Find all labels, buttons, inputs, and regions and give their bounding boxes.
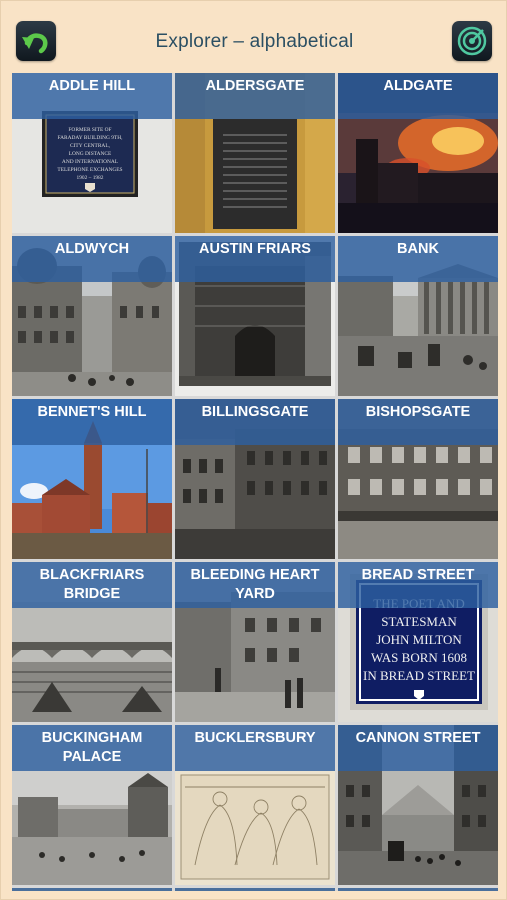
place-tile-bishopsgate[interactable]: BISHOPSGATE [338,399,498,559]
plaque-line: FORMER SITE OF [68,127,111,133]
header: Explorer – alphabetical [1,1,507,73]
place-tile-bread-street[interactable]: THE POET AND STATESMAN JOHN MILTON WAS B… [338,562,498,722]
tile-label: ALDGATE [338,73,498,119]
tile-label: ADDLE HILL [12,73,172,119]
place-tile-buckingham-palace[interactable]: BUCKINGHAM PALACE [12,725,172,885]
tile-label: BENNET'S HILL [12,399,172,445]
place-tile-bleeding-heart-yard[interactable]: BLEEDING HEART YARD [175,562,335,722]
tile-label: CANNON STREET [338,725,498,771]
plaque-line: TELEPHONE EXCHANGES [57,167,122,173]
place-tile-partial[interactable] [12,888,172,891]
plaque-line: FARADAY BUILDING 9TH, [58,135,124,141]
place-tile-partial[interactable] [338,888,498,891]
tile-label: BREAD STREET [338,562,498,608]
plaque-line: CITY CENTRAL, [70,143,111,149]
place-tile-aldgate[interactable]: ALDGATE [338,73,498,233]
place-tile-cannon-street[interactable]: CANNON STREET [338,725,498,885]
places-grid: FORMER SITE OF FARADAY BUILDING 9TH, CIT… [12,73,498,891]
plaque-line: JOHN MILTON [376,632,462,647]
plaque-line: IN BREAD STREET [363,668,475,683]
tile-label: BISHOPSGATE [338,399,498,445]
page-title: Explorer – alphabetical [155,31,354,52]
tile-label: BANK [338,236,498,282]
plaque-line: LONG DISTANCE [69,151,112,157]
tile-label: BLEEDING HEART YARD [175,562,335,608]
place-tile-billingsgate[interactable]: BILLINGSGATE [175,399,335,559]
place-tile-bank[interactable]: BANK [338,236,498,396]
plaque-line: AND INTERNATIONAL [62,159,118,165]
tile-label: BUCKINGHAM PALACE [12,725,172,771]
tile-label: ALDERSGATE [175,73,335,119]
tile-label: AUSTIN FRIARS [175,236,335,282]
plaque-line: STATESMAN [381,614,457,629]
radar-button[interactable] [452,21,492,61]
tile-label: BILLINGSGATE [175,399,335,445]
place-tile-aldersgate[interactable]: ALDERSGATE [175,73,335,233]
tile-label: BUCKLERSBURY [175,725,335,771]
place-tile-bennets-hill[interactable]: BENNET'S HILL [12,399,172,559]
place-tile-partial[interactable] [175,888,335,891]
tile-label: BLACKFRIARS BRIDGE [12,562,172,608]
place-tile-bucklersbury[interactable]: BUCKLERSBURY [175,725,335,885]
app-frame: Explorer – alphabetical FORMER SITE OF F… [0,0,507,900]
place-tile-austin-friars[interactable]: AUSTIN FRIARS [175,236,335,396]
tile-label: ALDWYCH [12,236,172,282]
place-tile-addle-hill[interactable]: FORMER SITE OF FARADAY BUILDING 9TH, CIT… [12,73,172,233]
plaque-line: WAS BORN 1608 [371,650,467,665]
place-tile-blackfriars-bridge[interactable]: BLACKFRIARS BRIDGE [12,562,172,722]
place-tile-aldwych[interactable]: ALDWYCH [12,236,172,396]
radar-icon [457,26,487,56]
plaque-line: 1902 – 1982 [77,175,104,181]
